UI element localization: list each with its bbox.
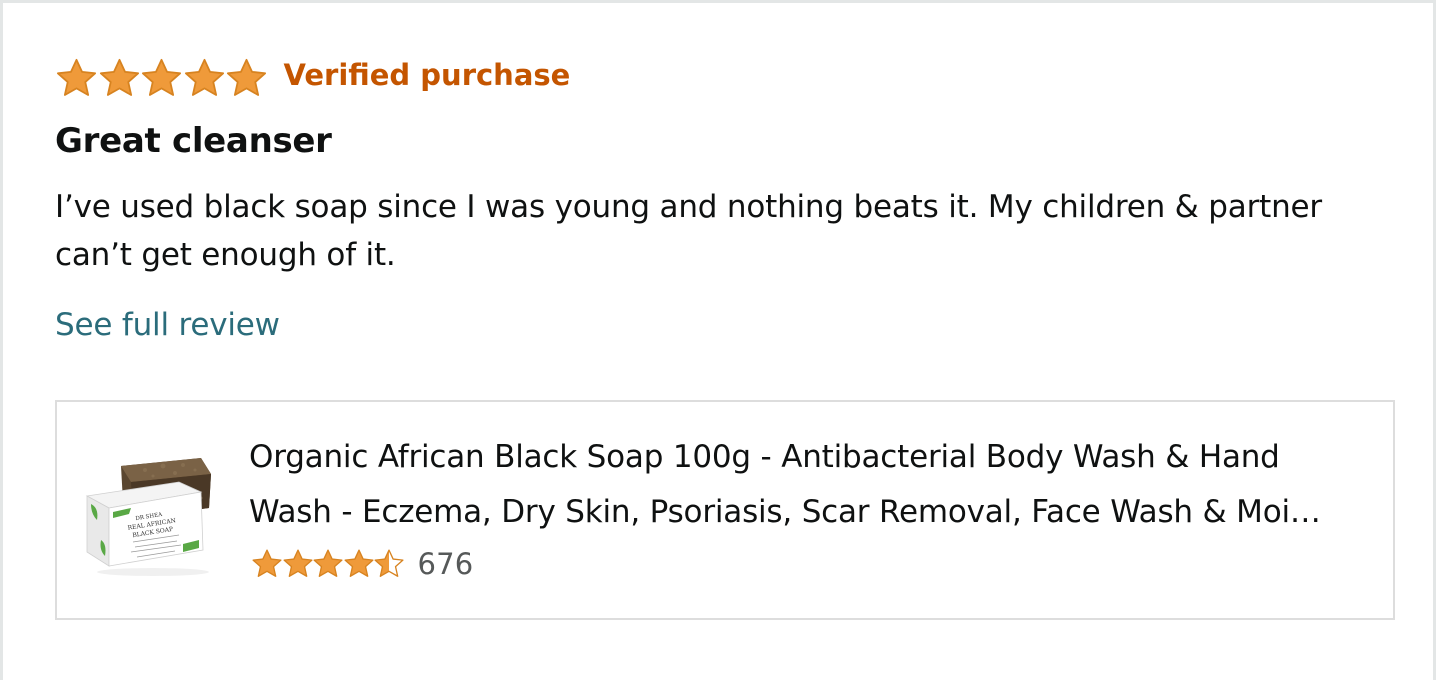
star-half-icon — [374, 549, 404, 577]
review-card: Verified purchase Great cleanser I’ve us… — [0, 0, 1436, 680]
star-full-icon — [343, 549, 374, 577]
star-full-icon — [313, 549, 343, 577]
star-full-icon — [141, 58, 182, 96]
review-rating-row: Verified purchase — [55, 55, 570, 101]
review-star-rating — [55, 57, 268, 100]
star-full-icon — [99, 58, 139, 96]
see-full-review-link[interactable]: See full review — [55, 307, 280, 343]
star-full-icon — [184, 58, 224, 96]
product-title[interactable]: Organic African Black Soap 100g - Antiba… — [249, 430, 1367, 540]
review-title: Great cleanser — [55, 121, 332, 161]
black-soap-product-image[interactable]: DR SHEA REAL AFRICAN BLACK SOAP — [83, 448, 223, 578]
star-full-icon — [252, 549, 282, 577]
star-full-icon — [226, 58, 267, 96]
review-body: I’ve used black soap since I was young a… — [55, 189, 1322, 273]
star-full-icon — [282, 549, 313, 577]
star-full-icon — [56, 58, 97, 96]
product-rating-row[interactable]: 676 — [251, 544, 473, 584]
verified-purchase-badge: Verified purchase — [283, 58, 571, 92]
product-card[interactable]: DR SHEA REAL AFRICAN BLACK SOAP Organic … — [55, 400, 1395, 620]
product-star-rating — [251, 548, 404, 580]
product-review-count[interactable]: 676 — [418, 547, 474, 581]
